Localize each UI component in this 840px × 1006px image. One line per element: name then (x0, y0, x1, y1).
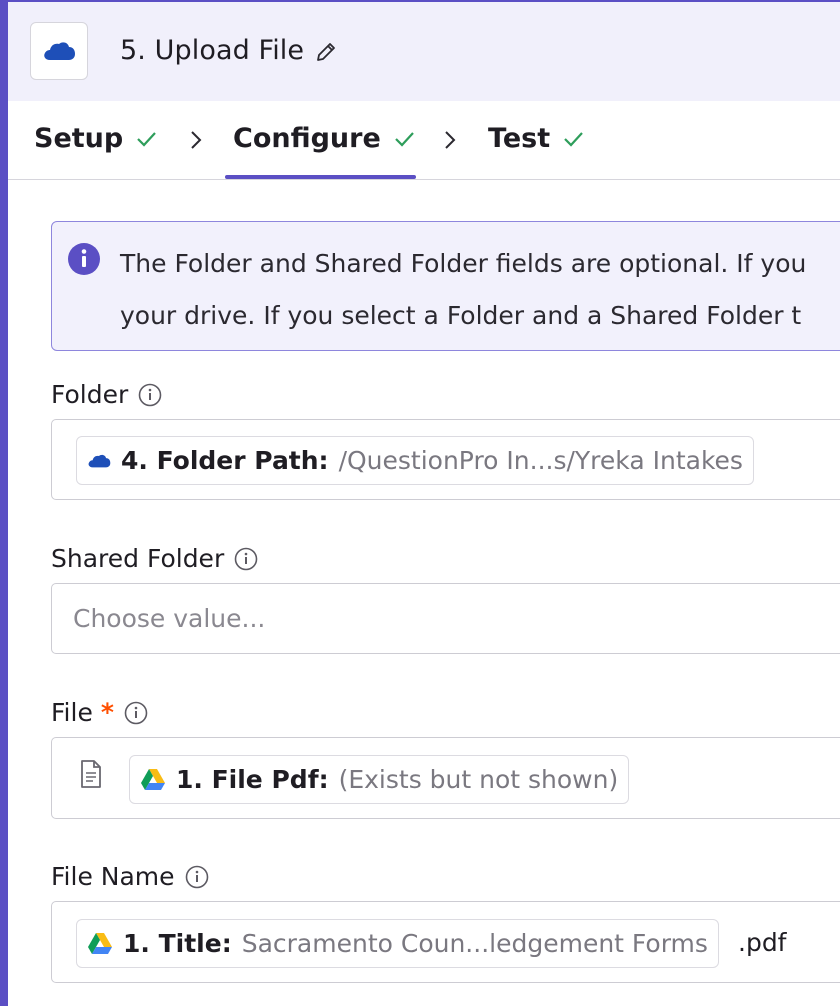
tab-configure-label: Configure (233, 123, 381, 154)
onedrive-cloud-icon (44, 42, 75, 60)
app-icon-box[interactable] (30, 22, 88, 80)
file-pill-label: 1. File Pdf: (176, 765, 329, 794)
file-label-text: File (51, 698, 93, 727)
shared-folder-placeholder: Choose value... (73, 604, 266, 633)
step-tabs: Setup Configure Test (8, 101, 840, 180)
step-title: 5. Upload File (120, 35, 305, 66)
check-icon (137, 131, 157, 147)
folder-pill-label: 4. Folder Path: (121, 446, 329, 475)
info-outline-icon[interactable] (185, 865, 209, 889)
tab-setup-label: Setup (34, 123, 124, 154)
file-extension-text: .pdf (738, 928, 787, 957)
pencil-icon[interactable] (314, 40, 338, 64)
folder-label: Folder (51, 380, 162, 409)
info-outline-icon[interactable] (138, 383, 162, 407)
required-asterisk: * (100, 698, 114, 727)
file-name-label-text: File Name (51, 862, 175, 891)
document-icon (81, 760, 101, 788)
title-pill-value: Sacramento Coun...ledgement Forms (241, 929, 708, 958)
google-drive-icon (141, 769, 165, 790)
shared-folder-select[interactable]: Choose value... (51, 583, 840, 654)
tab-test[interactable]: Test (488, 123, 584, 154)
info-outline-icon[interactable] (234, 547, 258, 571)
file-name-field[interactable]: 1. Title: Sacramento Coun...ledgement Fo… (51, 901, 840, 983)
google-drive-icon (88, 933, 112, 954)
shared-folder-label: Shared Folder (51, 544, 258, 573)
info-icon (68, 243, 100, 275)
chevron-right-icon (445, 131, 456, 149)
info-alert: The Folder and Shared Folder fields are … (51, 221, 840, 351)
chevron-right-icon (191, 131, 202, 149)
title-pill-label: 1. Title: (123, 929, 232, 958)
shared-folder-label-text: Shared Folder (51, 544, 225, 573)
active-tab-indicator (225, 175, 416, 179)
info-text-line-1: The Folder and Shared Folder fields are … (120, 249, 807, 278)
folder-pill-value: /QuestionPro In...s/Yreka Intakes (338, 446, 743, 475)
check-icon (564, 131, 583, 147)
folder-field[interactable]: 4. Folder Path: /QuestionPro In...s/Yrek… (51, 419, 840, 500)
info-outline-icon[interactable] (124, 701, 148, 725)
window-left-border (0, 0, 8, 1006)
title-pill[interactable]: 1. Title: Sacramento Coun...ledgement Fo… (76, 919, 719, 968)
check-icon (395, 131, 414, 147)
info-text-line-2: your drive. If you select a Folder and a… (120, 301, 802, 330)
tab-setup[interactable]: Setup (34, 123, 157, 154)
folder-label-text: Folder (51, 380, 129, 409)
file-name-label: File Name (51, 862, 209, 891)
file-pdf-pill[interactable]: 1. File Pdf: (Exists but not shown) (129, 755, 630, 804)
onedrive-cloud-icon (88, 454, 111, 467)
file-pill-value: (Exists but not shown) (338, 765, 619, 794)
folder-path-pill[interactable]: 4. Folder Path: /QuestionPro In...s/Yrek… (76, 436, 754, 485)
file-field[interactable]: 1. File Pdf: (Exists but not shown) (51, 737, 840, 819)
tab-configure[interactable]: Configure (233, 123, 415, 154)
step-header: 5. Upload File (8, 2, 840, 101)
tab-test-label: Test (488, 123, 551, 154)
file-label: File * (51, 698, 148, 727)
